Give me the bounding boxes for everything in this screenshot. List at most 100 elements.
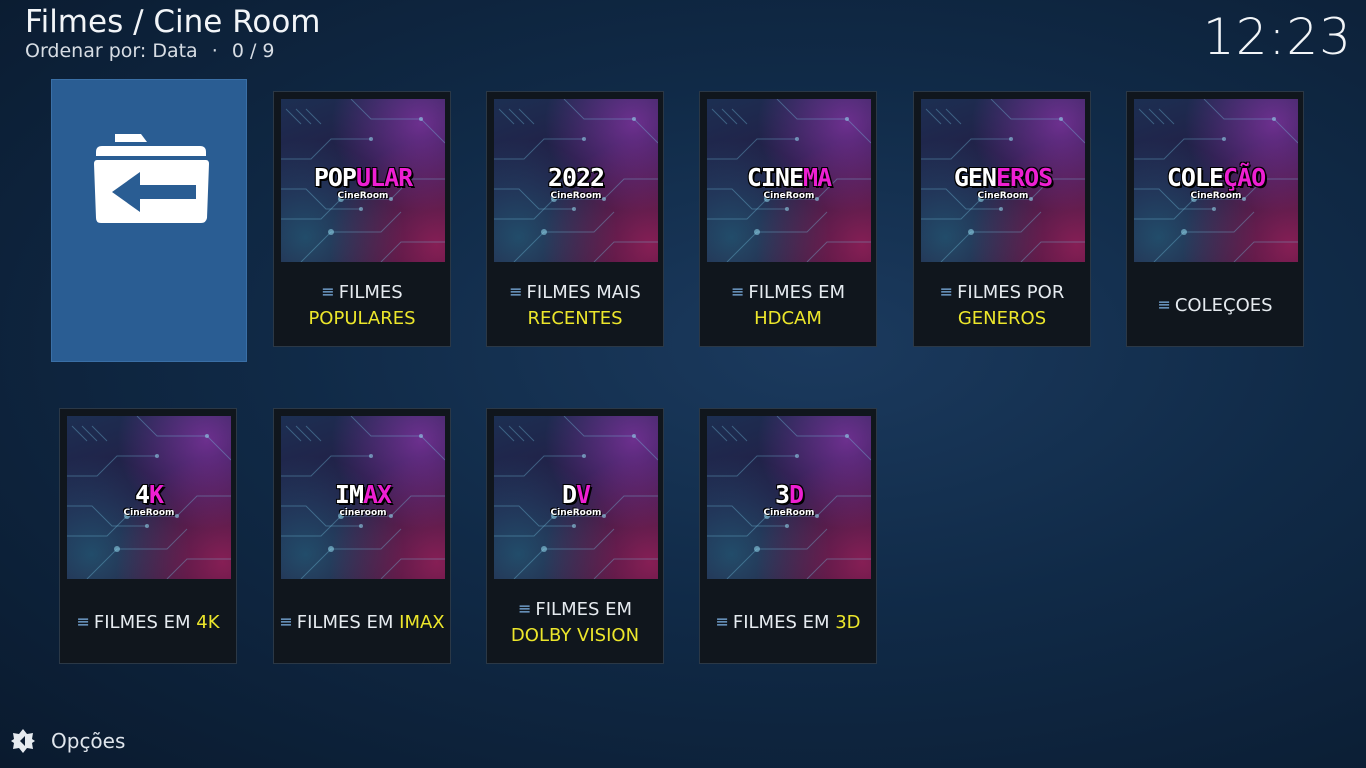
poster-title-white-part: COLE (1166, 163, 1224, 192)
menu-tile[interactable]: COLEÇÃO CineRoom ≡ COLEÇOES (1126, 91, 1304, 347)
caption-text: COLEÇOES (1174, 295, 1273, 316)
poster-thumbnail: GENEROS CineRoom (921, 99, 1085, 262)
poster-title: 2022 (494, 165, 658, 191)
poster-title-white-part: D (561, 480, 577, 509)
poster-title-white-part: IM (334, 480, 364, 509)
poster-title: 3D (707, 482, 871, 508)
caption-line: ≡ FILMES EM 3D (715, 610, 860, 636)
poster-brand: CineRoom (550, 508, 602, 518)
poster-thumbnail: 3D CineRoom (707, 416, 871, 579)
caption-line: ≡ FILMES EM (731, 280, 845, 306)
page-title: Filmes / Cine Room (25, 4, 321, 40)
poster-title-pink-part: ULAR (355, 163, 413, 192)
tile-caption: ≡ FILMES EM IMAX (274, 581, 450, 665)
caption-text: FILMES EM (535, 599, 633, 620)
poster-title: GENEROS (921, 165, 1085, 191)
poster-title-pink-part: K (149, 480, 164, 509)
poster-title-white-part: GEN (953, 163, 997, 192)
list-menu-icon: ≡ (1157, 295, 1171, 314)
options-button[interactable]: Opções (10, 727, 125, 755)
parent-folder-tile[interactable] (51, 79, 247, 362)
menu-tile[interactable]: IMAX cineroom ≡ FILMES EM IMAX (273, 408, 451, 664)
poster-title-white-part: 2022 (547, 163, 605, 192)
caption-line: HDCAM (754, 306, 822, 332)
tile-caption: ≡ FILMES MAIS RECENTES (487, 264, 663, 348)
list-menu-icon: ≡ (715, 612, 729, 631)
caption-highlight: 3D (835, 612, 861, 633)
menu-tile[interactable]: DV CineRoom ≡ FILMES EM DOLBY VISION (486, 408, 664, 664)
tile-caption: ≡ COLEÇOES (1127, 264, 1303, 348)
caption-line: ≡ FILMES EM (518, 597, 632, 623)
menu-tile[interactable]: GENEROS CineRoom ≡ FILMES POR GENEROS (913, 91, 1091, 347)
poster-title-pink-part: EROS (995, 163, 1053, 192)
list-menu-icon: ≡ (321, 282, 335, 301)
tile-caption: ≡ FILMES POPULARES (274, 264, 450, 348)
menu-tile[interactable]: 2022 CineRoom ≡ FILMES MAIS RECENTES (486, 91, 664, 347)
poster-brand: CineRoom (123, 508, 175, 518)
caption-highlight: RECENTES (527, 308, 623, 329)
poster-thumbnail: 4K CineRoom (67, 416, 231, 579)
caption-text: FILMES EM (93, 612, 197, 633)
poster-brand: CineRoom (763, 508, 815, 518)
poster-brand: CineRoom (1190, 191, 1242, 201)
poster-brand: CineRoom (337, 191, 389, 201)
poster-title: IMAX (281, 482, 445, 508)
caption-text: FILMES POR (957, 282, 1065, 303)
list-menu-icon: ≡ (517, 599, 532, 618)
caption-highlight: IMAX (399, 612, 445, 633)
poster-thumbnail: COLEÇÃO CineRoom (1134, 99, 1298, 262)
list-menu-icon: ≡ (939, 282, 954, 301)
poster-thumbnail: POPULAR CineRoom (281, 99, 445, 262)
caption-line: ≡ FILMES EM IMAX (279, 610, 444, 636)
poster-title: CINEMA (707, 165, 871, 191)
poster-brand: CineRoom (763, 191, 815, 201)
menu-tile[interactable]: CINEMA CineRoom ≡ FILMES EM HDCAM (699, 91, 877, 347)
caption-line: ≡ FILMES MAIS (509, 280, 641, 306)
poster-title: 4K (67, 482, 231, 508)
tile-caption: ≡ FILMES EM 4K (60, 581, 236, 665)
poster-title-pink-part: AX (363, 480, 392, 509)
caption-text: FILMES EM (748, 282, 846, 303)
poster-thumbnail: IMAX cineroom (281, 416, 445, 579)
caption-highlight: POPULARES (308, 308, 416, 329)
poster-title-white-part: POP (313, 163, 357, 192)
menu-tile[interactable]: 4K CineRoom ≡ FILMES EM 4K (59, 408, 237, 664)
caption-highlight: HDCAM (754, 308, 822, 329)
poster-brand: CineRoom (550, 191, 602, 201)
caption-text: FILMES MAIS (526, 282, 641, 303)
caption-text: FILMES EM (732, 612, 836, 633)
tile-caption: ≡ FILMES EM DOLBY VISION (487, 581, 663, 665)
poster-title-white-part: 3 (774, 480, 790, 509)
sort-label[interactable]: Ordenar por: Data (25, 40, 198, 62)
list-menu-icon: ≡ (509, 282, 523, 301)
caption-line: ≡ FILMES POR (940, 280, 1065, 306)
caption-highlight: DOLBY VISION (510, 625, 640, 646)
poster-title: POPULAR (281, 165, 445, 191)
caption-line: ≡ FILMES (321, 280, 402, 306)
caption-highlight: 4K (196, 612, 220, 633)
options-gear-icon (11, 729, 35, 753)
poster-title: COLEÇÃO (1134, 165, 1298, 191)
tile-caption: ≡ FILMES EM 3D (700, 581, 876, 665)
menu-tile[interactable]: 3D CineRoom ≡ FILMES EM 3D (699, 408, 877, 664)
tile-caption: ≡ FILMES EM HDCAM (700, 264, 876, 348)
caption-line: ≡ COLEÇOES (1157, 293, 1272, 319)
caption-line: GENEROS (958, 306, 1046, 332)
poster-thumbnail: DV CineRoom (494, 416, 658, 579)
poster-title-pink-part: MA (803, 163, 832, 192)
poster-title-pink-part: V (576, 480, 591, 509)
list-menu-icon: ≡ (76, 612, 90, 631)
list-menu-icon: ≡ (279, 612, 293, 631)
poster-brand: CineRoom (977, 191, 1029, 201)
menu-tile[interactable]: POPULAR CineRoom ≡ FILMES POPULARES (273, 91, 451, 347)
poster-title-white-part: CINE (746, 163, 804, 192)
caption-highlight: GENEROS (957, 308, 1047, 329)
poster-title-pink-part: ÇÃO (1223, 163, 1266, 192)
list-menu-icon: ≡ (730, 282, 745, 301)
caption-line: RECENTES (527, 306, 622, 332)
separator: · (211, 40, 218, 62)
caption-line: POPULARES (308, 306, 415, 332)
caption-line: DOLBY VISION (511, 623, 639, 649)
caption-line: ≡ FILMES EM 4K (76, 610, 219, 636)
poster-brand: cineroom (339, 508, 387, 518)
